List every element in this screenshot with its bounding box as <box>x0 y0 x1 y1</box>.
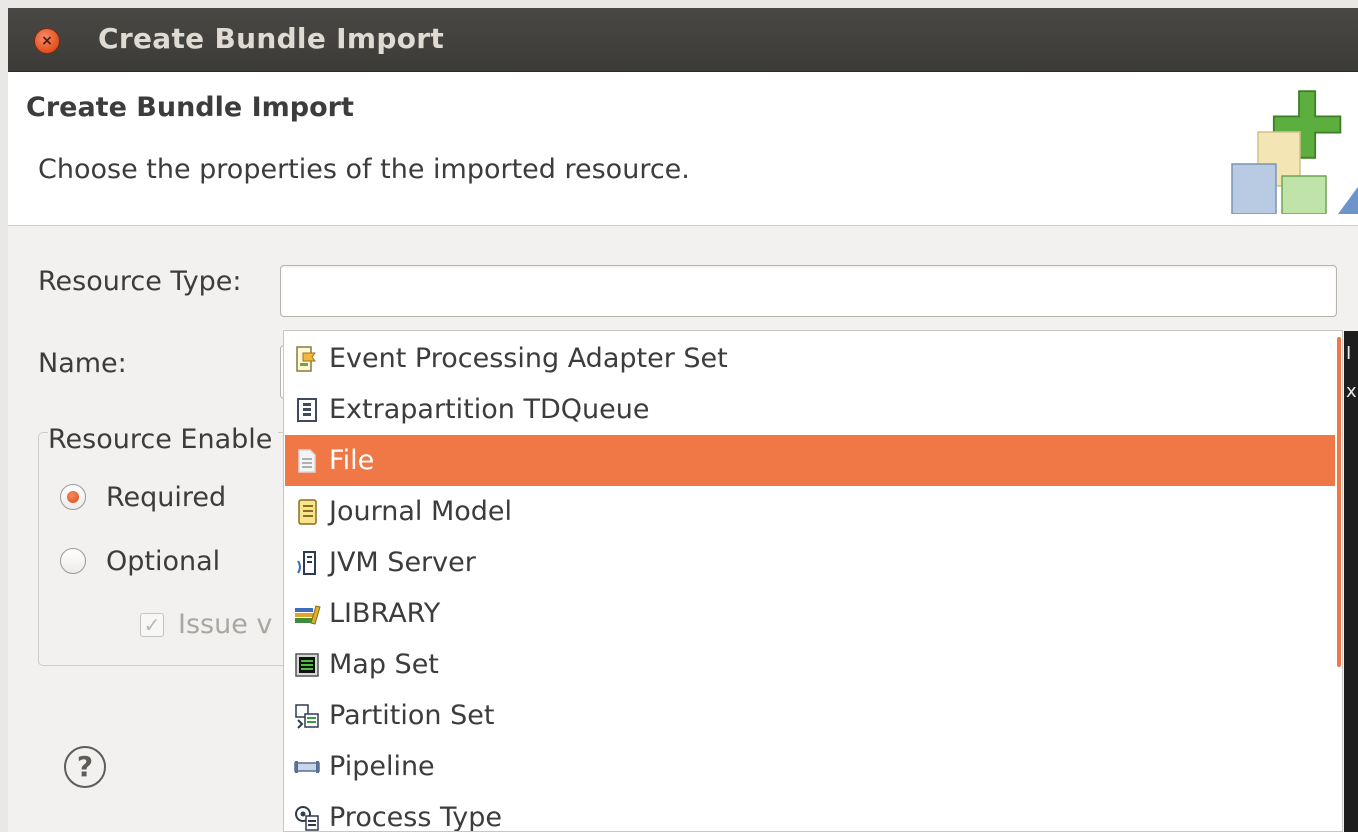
dropdown-item-journal-model[interactable]: Journal Model <box>285 486 1335 537</box>
map-set-icon <box>285 652 329 678</box>
dropdown-item-extrapartition-tdqueue[interactable]: Extrapartition TDQueue <box>285 384 1335 435</box>
resource-type-label: Resource Type: <box>38 266 242 297</box>
window-title: Create Bundle Import <box>98 22 445 55</box>
close-button[interactable]: × <box>35 29 59 53</box>
dropdown-item-label: Map Set <box>329 649 439 680</box>
group-label: Resource Enable <box>48 424 279 455</box>
resource-type-input[interactable] <box>280 265 1337 317</box>
dropdown-item-label: Event Processing Adapter Set <box>329 343 728 374</box>
dropdown-item-file[interactable]: File <box>285 435 1335 486</box>
journal-icon <box>285 498 329 526</box>
dropdown-item-library[interactable]: LIBRARY <box>285 588 1335 639</box>
help-icon: ? <box>76 750 94 783</box>
checkbox-disabled: ✓ <box>140 612 164 637</box>
process-type-icon <box>285 804 329 832</box>
background-window-edge: I x <box>1344 331 1358 832</box>
dropdown-item-partition-set[interactable]: Partition Set <box>285 690 1335 741</box>
radio-label: Optional <box>106 545 221 577</box>
wizard-header: Create Bundle Import Choose the properti… <box>8 72 1358 226</box>
help-button[interactable]: ? <box>64 746 106 788</box>
dropdown-item-label: Journal Model <box>329 496 513 527</box>
radio-optional[interactable]: Optional <box>60 541 220 581</box>
dropdown-item-label: JVM Server <box>329 547 476 578</box>
name-label: Name: <box>38 348 127 379</box>
resource-type-dropdown[interactable]: Event Processing Adapter Set Extrapartit… <box>283 330 1343 832</box>
page-title: Create Bundle Import <box>26 92 354 123</box>
dropdown-item-label: Process Type <box>329 802 503 832</box>
dropdown-item-label: Partition Set <box>329 700 495 731</box>
dropdown-item-label: File <box>329 445 375 476</box>
background-glyph: x <box>1346 381 1357 402</box>
event-adapter-icon <box>285 345 329 373</box>
dropdown-item-label: Extrapartition TDQueue <box>329 394 650 425</box>
page-description: Choose the properties of the imported re… <box>38 154 690 185</box>
tdqueue-icon <box>285 397 329 423</box>
close-icon: × <box>41 33 53 49</box>
radio-button-checked[interactable] <box>60 484 86 510</box>
library-icon <box>285 602 329 626</box>
title-bar: × Create Bundle Import <box>8 8 1358 72</box>
dropdown-item-label: Pipeline <box>329 751 435 782</box>
dropdown-item-event-processing-adapter-set[interactable]: Event Processing Adapter Set <box>285 333 1335 384</box>
dropdown-item-map-set[interactable]: Map Set <box>285 639 1335 690</box>
radio-button[interactable] <box>60 548 86 574</box>
wizard-import-icon <box>1231 90 1358 214</box>
dropdown-scrollbar[interactable] <box>1337 337 1341 667</box>
radio-required[interactable]: Required <box>60 477 226 517</box>
dropdown-item-label: LIBRARY <box>329 598 441 629</box>
dropdown-item-process-type[interactable]: Process Type <box>285 792 1335 832</box>
radio-label: Required <box>106 481 227 513</box>
checkbox-label: Issue v <box>178 609 273 640</box>
dropdown-item-pipeline[interactable]: Pipeline <box>285 741 1335 792</box>
jvm-server-icon <box>285 549 329 577</box>
dropdown-item-jvm-server[interactable]: JVM Server <box>285 537 1335 588</box>
issue-checkbox-row: ✓ Issue v <box>140 609 272 640</box>
partition-set-icon <box>285 702 329 730</box>
pipeline-icon <box>285 760 329 774</box>
file-icon <box>285 448 329 474</box>
background-glyph: I <box>1346 343 1352 364</box>
